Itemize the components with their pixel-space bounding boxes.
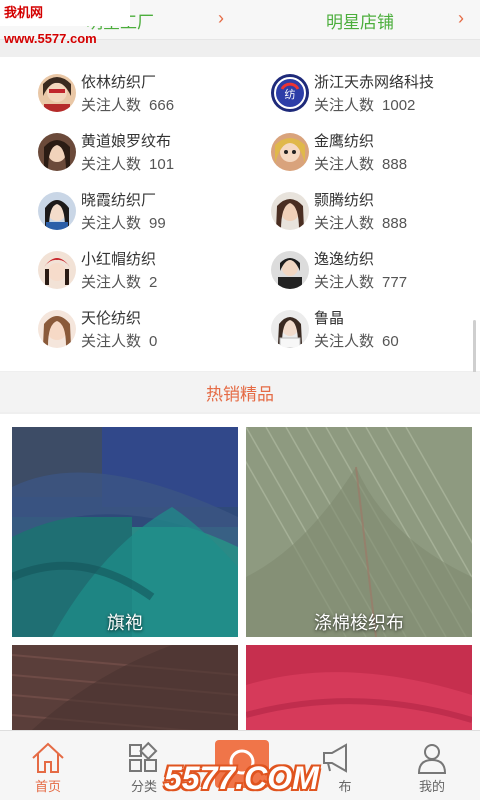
follower-count: 关注人数 101 [81, 156, 175, 173]
store-name: 鲁晶 [314, 310, 345, 327]
store-name: 天伦纺织 [81, 310, 142, 327]
scrollbar[interactable] [473, 320, 476, 380]
user-icon [417, 744, 447, 774]
store-item[interactable]: 金鹰纺织 关注人数 888 [271, 128, 480, 178]
store-item[interactable]: 鲁晶 关注人数 60 [271, 305, 480, 355]
product-card[interactable] [246, 645, 472, 730]
category-icon [129, 741, 158, 772]
store-name: 小红帽纺织 [81, 251, 157, 268]
follower-count: 关注人数 0 [81, 333, 158, 350]
product-label: 涤棉梭织布 [314, 613, 404, 633]
avatar [38, 310, 76, 348]
product-image [246, 427, 472, 637]
store-name: 逸逸纺织 [314, 251, 375, 268]
chevron-right-icon: › [458, 8, 464, 28]
svg-text:纺: 纺 [285, 87, 296, 101]
product-card[interactable]: 涤棉梭织布 [246, 427, 472, 637]
avatar [38, 74, 76, 112]
follower-count: 关注人数 99 [81, 215, 166, 232]
nav-home[interactable]: 首页 [0, 731, 96, 800]
nav-label: 布 [338, 779, 352, 794]
store-item[interactable]: 依林纺织厂 关注人数 666 [38, 69, 258, 119]
avatar [271, 192, 309, 230]
store-item[interactable]: 小红帽纺织 关注人数 2 [38, 246, 258, 296]
store-name: 黄道娘罗纹布 [81, 133, 172, 150]
hot-products-title: 热销精品 [0, 372, 480, 412]
store-name: 金鹰纺织 [314, 133, 375, 150]
store-item[interactable]: 逸逸纺织 关注人数 777 [271, 246, 480, 296]
store-name: 颢腾纺织 [314, 192, 375, 209]
avatar [38, 251, 76, 289]
avatar [271, 133, 309, 171]
follower-count: 关注人数 777 [314, 274, 408, 291]
store-name: 依林纺织厂 [81, 74, 157, 91]
store-item[interactable]: 天伦纺织 关注人数 0 [38, 305, 258, 355]
avatar [271, 310, 309, 348]
site-watermark: 我机网 www.5577.com [0, 0, 130, 46]
megaphone-icon [323, 743, 347, 773]
nav-label: 首页 [34, 779, 61, 794]
nav-label: 分类 [130, 779, 157, 794]
store-name: 浙江天赤网络科技 [314, 74, 435, 91]
store-name: 晓霞纺织厂 [81, 192, 157, 209]
home-icon [32, 742, 64, 773]
avatar [38, 192, 76, 230]
product-image [246, 645, 472, 730]
product-label: 旗袍 [107, 613, 143, 633]
tab-star-store[interactable]: 明星店铺 › [240, 0, 480, 40]
chevron-right-icon: › [218, 8, 224, 28]
store-item[interactable]: 纺 浙江天赤网络科技 关注人数 1002 [271, 69, 480, 119]
avatar: 纺 [271, 74, 309, 112]
follower-count: 关注人数 888 [314, 156, 408, 173]
follower-count: 关注人数 888 [314, 215, 408, 232]
product-image [12, 427, 238, 637]
product-image [12, 645, 238, 730]
tab-label: 明星店铺 [326, 12, 394, 32]
brand-watermark: 5577.COM [164, 760, 319, 796]
avatar [38, 133, 76, 171]
follower-count: 关注人数 666 [81, 97, 175, 114]
product-grid: 旗袍 涤棉梭织布 [0, 414, 480, 730]
product-card[interactable] [12, 645, 238, 730]
nav-label: 我的 [418, 779, 445, 794]
follower-count: 关注人数 2 [81, 274, 158, 291]
nav-mine[interactable]: 我的 [384, 731, 480, 800]
store-item[interactable]: 晓霞纺织厂 关注人数 99 [38, 187, 258, 237]
store-item[interactable]: 黄道娘罗纹布 关注人数 101 [38, 128, 258, 178]
store-list: 依林纺织厂 关注人数 666 纺 浙江天赤网络科技 关注人数 1002 黄道娘罗纹布… [0, 57, 480, 371]
store-item[interactable]: 颢腾纺织 关注人数 888 [271, 187, 480, 237]
product-card[interactable]: 旗袍 [12, 427, 238, 637]
avatar [271, 251, 309, 289]
follower-count: 关注人数 1002 [314, 97, 416, 114]
follower-count: 关注人数 60 [314, 333, 399, 350]
